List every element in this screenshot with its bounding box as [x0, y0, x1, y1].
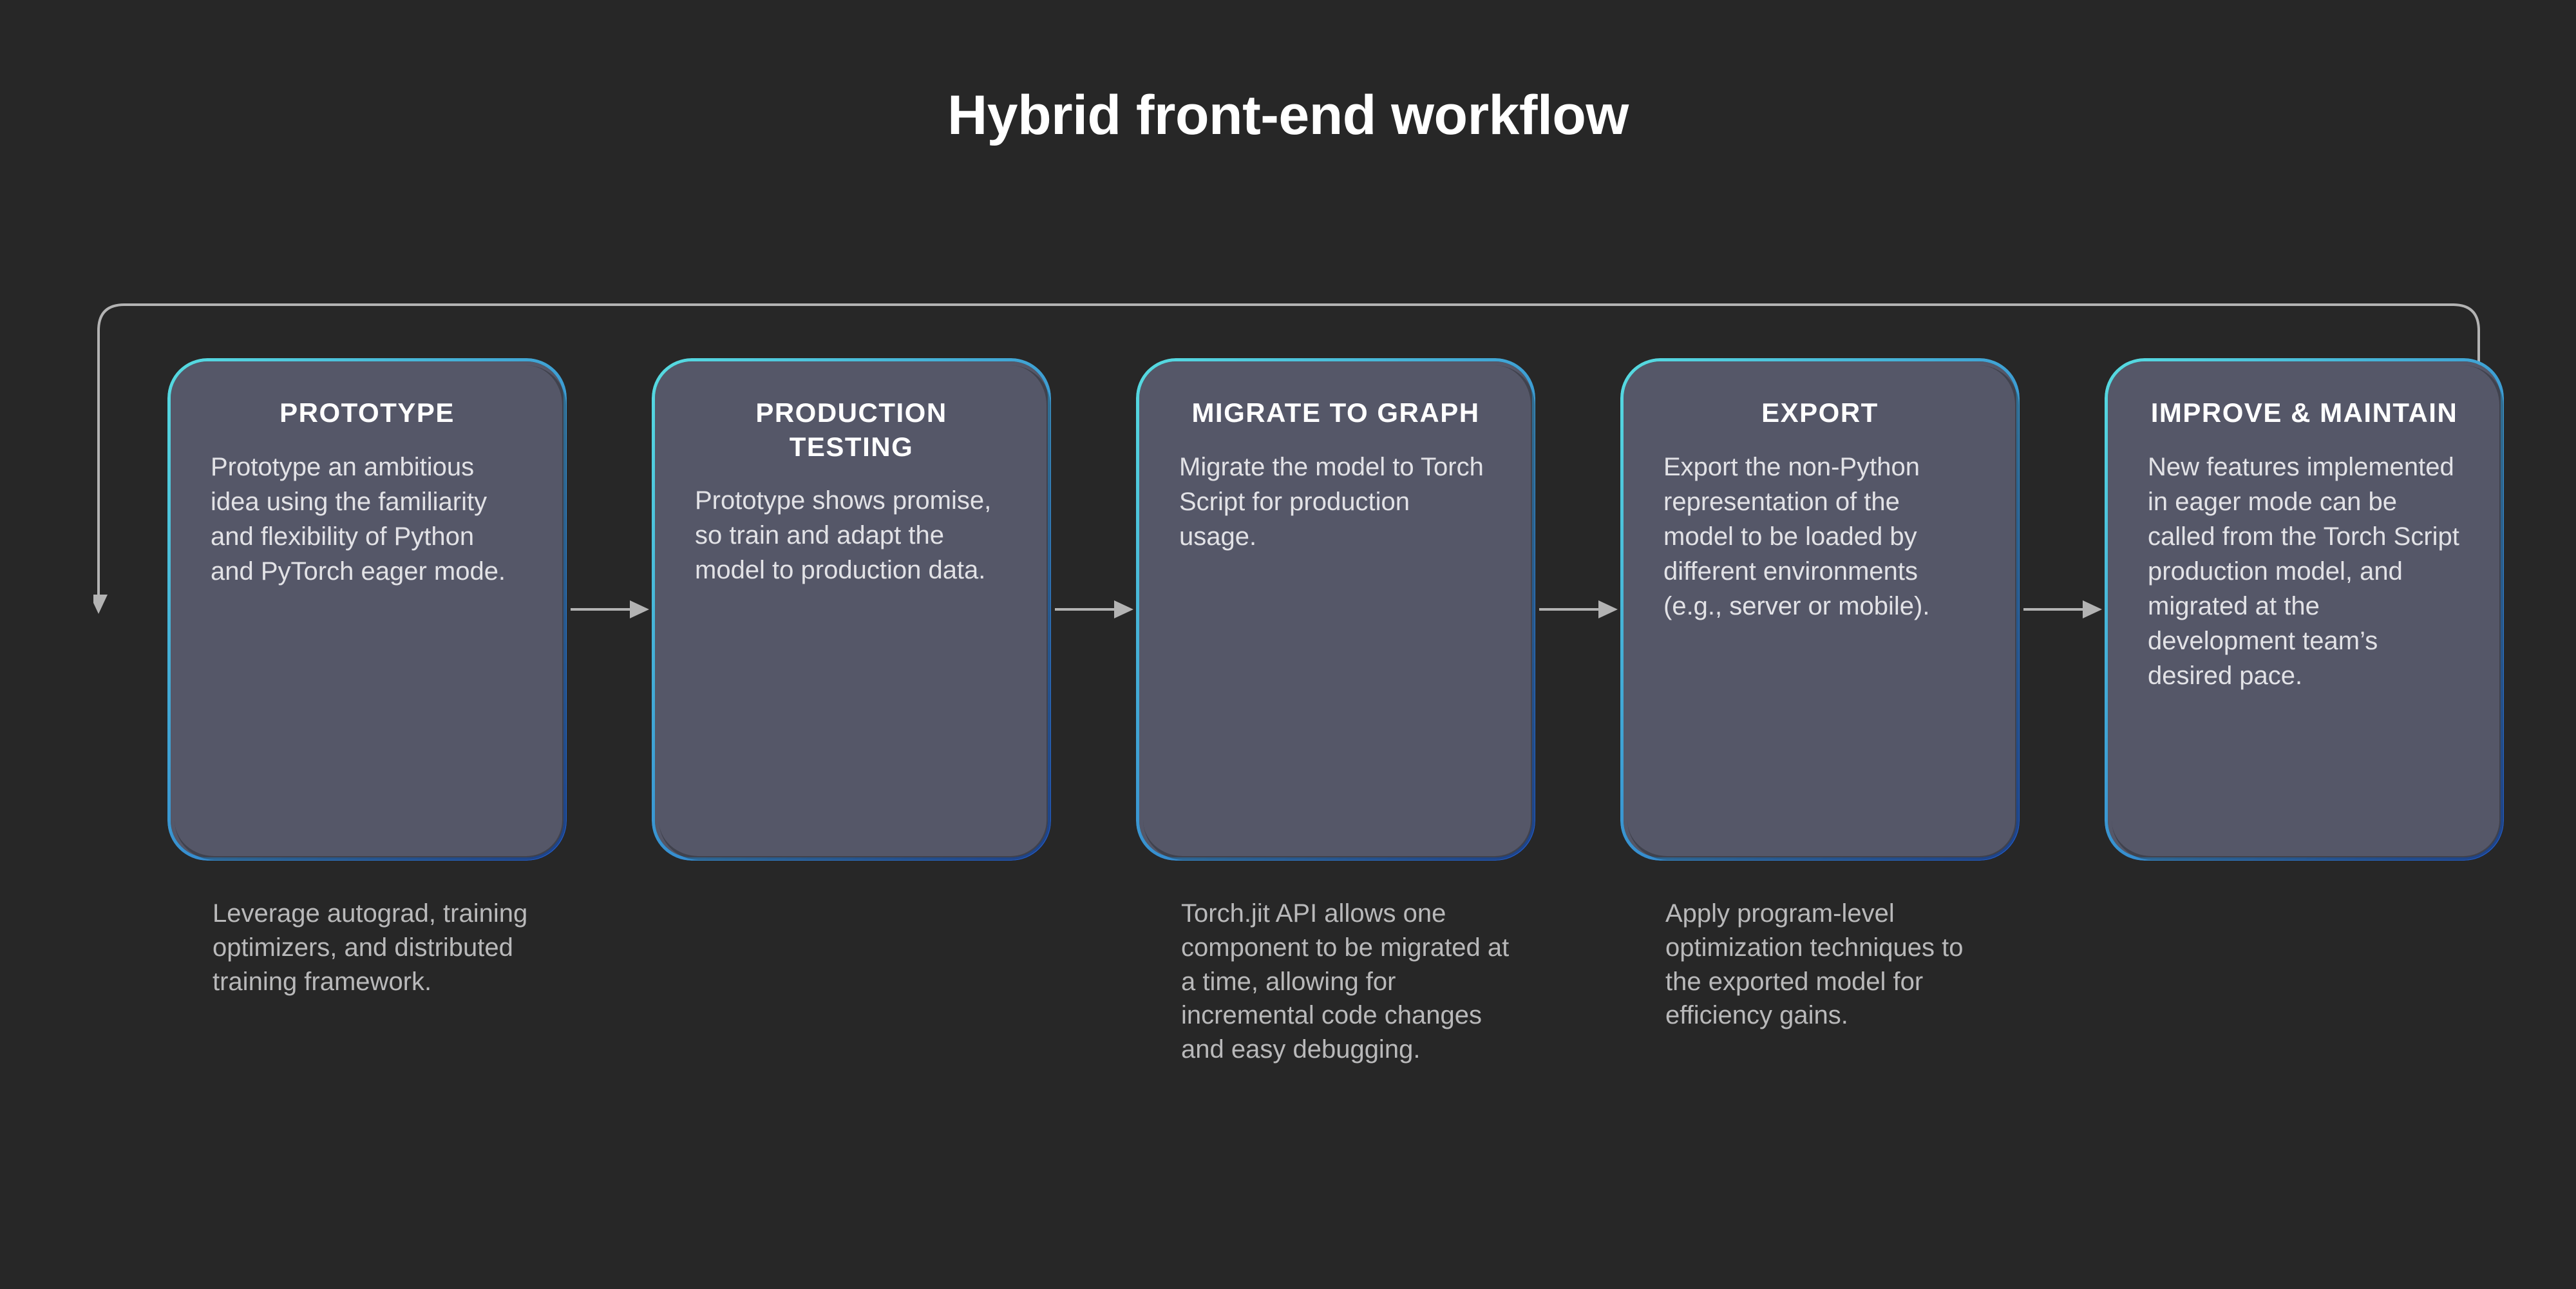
stage-box-improve-maintain: IMPROVE & MAINTAIN New features implemen…	[2105, 358, 2504, 861]
stage-box-prototype: PROTOTYPE Prototype an ambitious idea us…	[167, 358, 567, 861]
stage-heading: IMPROVE & MAINTAIN	[2148, 396, 2461, 430]
stage-col-migrate-to-graph: MIGRATE TO GRAPH Migrate the model to To…	[1136, 358, 1535, 1067]
stage-heading: PRODUCTION TESTING	[695, 396, 1008, 464]
arrow-3	[1535, 358, 1620, 861]
stage-body: New features implemented in eager mode c…	[2148, 450, 2461, 693]
diagram-title: Hybrid front-end workflow	[0, 84, 2576, 148]
stage-col-improve-maintain: IMPROVE & MAINTAIN New features implemen…	[2105, 358, 2504, 1067]
stage-body: Prototype shows promise, so train and ad…	[695, 483, 1008, 587]
stage-body: Export the non-Python representation of …	[1663, 450, 1976, 624]
arrow-2	[1051, 358, 1136, 861]
arrow-4	[2020, 358, 2105, 861]
stage-box-production-testing: PRODUCTION TESTING Prototype shows promi…	[652, 358, 1051, 861]
arrow-right-icon	[2020, 590, 2105, 629]
stage-heading: MIGRATE TO GRAPH	[1179, 396, 1492, 430]
arrow-right-icon	[1535, 590, 1620, 629]
stage-footnote: Torch.jit API allows one component to be…	[1136, 897, 1535, 1067]
arrow-right-icon	[567, 590, 652, 629]
stage-footnote: Leverage autograd, training optimizers, …	[167, 897, 567, 998]
stage-col-production-testing: PRODUCTION TESTING Prototype shows promi…	[652, 358, 1051, 1067]
diagram-canvas: Hybrid front-end workflow PROTOTYPE Prot…	[0, 0, 2576, 1289]
stage-footnote: Apply program-level optimization techniq…	[1620, 897, 2020, 1033]
stage-box-export: EXPORT Export the non-Python representat…	[1620, 358, 2020, 861]
stage-col-prototype: PROTOTYPE Prototype an ambitious idea us…	[167, 358, 567, 1067]
arrow-1	[567, 358, 652, 861]
stage-col-export: EXPORT Export the non-Python representat…	[1620, 358, 2020, 1067]
stage-body: Migrate the model to Torch Script for pr…	[1179, 450, 1492, 554]
stage-row: PROTOTYPE Prototype an ambitious idea us…	[167, 358, 2505, 1067]
stage-box-migrate-to-graph: MIGRATE TO GRAPH Migrate the model to To…	[1136, 358, 1535, 861]
stage-heading: PROTOTYPE	[211, 396, 524, 430]
stage-body: Prototype an ambitious idea using the fa…	[211, 450, 524, 589]
arrow-right-icon	[1051, 590, 1136, 629]
stage-heading: EXPORT	[1663, 396, 1976, 430]
